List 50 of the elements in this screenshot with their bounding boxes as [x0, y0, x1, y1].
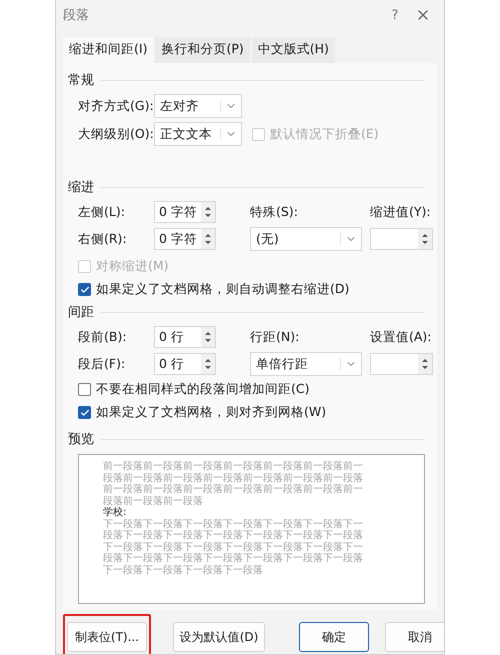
spin-field[interactable]: [370, 353, 433, 375]
spinner-arrows-icon[interactable]: [201, 327, 215, 347]
tab[interactable]: 中文版式(H): [252, 37, 335, 63]
checkbox-label: 如果定义了文档网格，则自动调整右缩进(D): [96, 281, 350, 298]
checkbox[interactable]: [78, 406, 91, 419]
spin-field[interactable]: 0 行: [154, 353, 216, 375]
checkbox[interactable]: [78, 383, 91, 396]
field-label: 对齐方式(G):: [78, 98, 154, 114]
field-label: 特殊(S):: [250, 204, 299, 220]
spinner-arrows-icon[interactable]: [201, 202, 215, 222]
preview-text: 下一段落下一段落下一段落下一段落下一段落下一段落下一段落下一段落下一段落下一段落下一段落下一段落下一段落下一段落下一段落下一段落下一段落下一段落下一段落下一段落下一段落下一段落下一段落下一段落下一段落下一段落下一段落下一段落下一段落下一段落: [103, 518, 364, 576]
field-label: 左侧(L):: [78, 204, 126, 220]
field-label: 设置值(A):: [370, 328, 433, 346]
spinner-arrows-icon[interactable]: [418, 229, 432, 249]
preview-text: 前一段落前一段落前一段落前一段落前一段落前一段落前一段落前一段落前一段落前一段落前一段落前一段落前一段落前一段落前一段落前一段落前一段落前一段落前一段落前一段落前一段落前一段落: [103, 461, 364, 506]
tab[interactable]: 换行和分页(P): [155, 37, 250, 63]
help-button[interactable]: ?: [375, 8, 415, 22]
dialog-button[interactable]: 取消: [385, 622, 444, 652]
field-label: 大纲级别(O):: [78, 126, 154, 142]
checkbox-label: 不要在相同样式的段落间增加间距(C): [96, 381, 310, 398]
field-label: 段前(B):: [78, 328, 128, 346]
field-label: 段后(F):: [78, 356, 126, 372]
checkbox-label: 默认情况下折叠(E): [270, 126, 379, 142]
checkbox[interactable]: [78, 283, 91, 296]
spin-field[interactable]: 0 字符: [154, 201, 216, 223]
section-title: 缩进: [68, 179, 94, 196]
section-title: 间距: [68, 304, 94, 321]
window-title: 段落: [63, 7, 90, 24]
dialog-button[interactable]: 设为默认值(D): [173, 622, 265, 652]
dropdown-field[interactable]: 正文文本: [154, 122, 242, 146]
preview-sample-text: 学校:: [103, 507, 128, 518]
dropdown-field[interactable]: 单倍行距: [250, 352, 362, 376]
section-title: 预览: [68, 431, 94, 448]
checkbox-label: 如果定义了文档网格，则对齐到网格(W): [96, 404, 326, 421]
field-label: 行距(N):: [250, 328, 300, 346]
field-label: 缩进值(Y):: [370, 204, 432, 220]
spin-field[interactable]: 0 字符: [154, 228, 216, 250]
spin-field[interactable]: [370, 228, 433, 250]
spin-field[interactable]: 0 行: [154, 326, 216, 348]
dialog-button[interactable]: 确定: [299, 622, 369, 652]
tab[interactable]: 缩进和间距(I): [63, 37, 154, 63]
spinner-arrows-icon[interactable]: [201, 354, 215, 374]
spinner-arrows-icon[interactable]: [201, 229, 215, 249]
dropdown-field[interactable]: 左对齐: [154, 94, 242, 118]
checkbox-label: 对称缩进(M): [96, 258, 169, 275]
field-label: 右侧(R):: [78, 230, 128, 248]
dialog-button[interactable]: 制表位(T)...: [67, 622, 147, 652]
spinner-arrows-icon[interactable]: [418, 354, 432, 374]
section-title: 常规: [68, 72, 94, 89]
dropdown-field[interactable]: (无): [250, 227, 362, 251]
